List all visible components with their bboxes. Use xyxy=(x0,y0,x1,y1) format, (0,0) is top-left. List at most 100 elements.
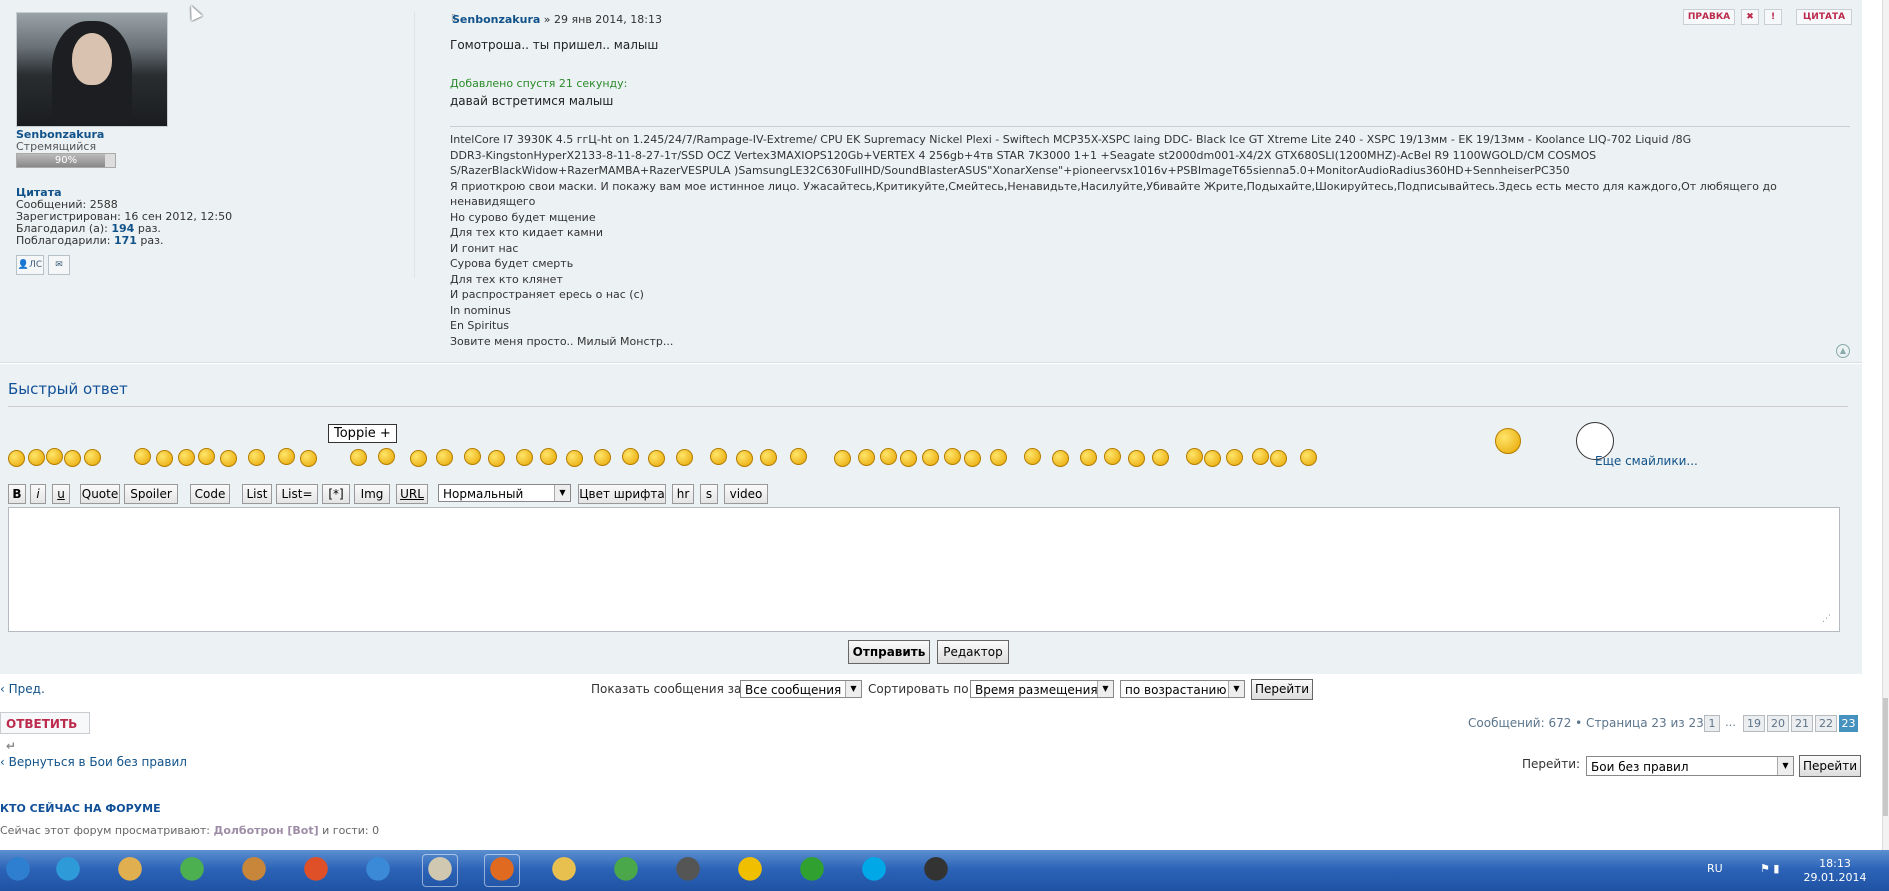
more-smilies-link[interactable]: Еще смайлики... xyxy=(1595,454,1698,468)
pm-button[interactable]: 👤ЛС xyxy=(16,255,44,275)
smiley-icon[interactable] xyxy=(8,450,25,467)
bbcode-button[interactable]: [*] xyxy=(322,484,350,504)
taskbar-skype-icon[interactable] xyxy=(856,854,892,887)
smiley-icon[interactable] xyxy=(880,448,897,465)
taskbar-monitor-icon[interactable] xyxy=(670,854,706,887)
smiley-icon[interactable] xyxy=(1252,448,1269,465)
smiley-icon[interactable] xyxy=(464,448,481,465)
taskbar-ie-icon[interactable] xyxy=(50,854,86,887)
smiley-icon[interactable] xyxy=(248,449,265,466)
quote-button[interactable]: ЦИТАТА xyxy=(1796,9,1852,25)
bbcode-button[interactable]: Цвет шрифта xyxy=(578,484,666,504)
bbcode-button[interactable]: List xyxy=(242,484,272,504)
smiley-icon[interactable] xyxy=(1024,448,1041,465)
smiley-icon[interactable] xyxy=(84,449,101,466)
bbcode-button[interactable]: video xyxy=(724,484,768,504)
page-link[interactable]: 1 xyxy=(1704,715,1720,732)
edit-button[interactable]: ПРАВКА xyxy=(1683,9,1735,25)
reply-button[interactable]: ОТВЕТИТЬ ↵ xyxy=(0,712,90,753)
page-link[interactable]: 20 xyxy=(1767,715,1789,732)
sort-by-select[interactable]: Время размещения ▼ xyxy=(970,680,1114,698)
submit-button[interactable]: Отправить xyxy=(848,640,930,664)
taskbar-atom-icon[interactable] xyxy=(298,854,334,887)
bbcode-button[interactable]: u xyxy=(52,484,70,504)
smiley-icon[interactable] xyxy=(566,450,583,467)
smiley-icon[interactable] xyxy=(1152,449,1169,466)
smiley-icon[interactable] xyxy=(1080,449,1097,466)
email-button[interactable]: ✉ xyxy=(48,255,70,275)
thanked-received-value[interactable]: 171 xyxy=(114,234,137,247)
smiley-icon[interactable] xyxy=(488,450,505,467)
smiley-icon[interactable] xyxy=(944,448,961,465)
smiley-icon[interactable] xyxy=(1052,450,1069,467)
bbcode-button[interactable]: B xyxy=(8,484,26,504)
bbcode-button[interactable]: Spoiler xyxy=(124,484,178,504)
smiley-icon[interactable] xyxy=(1186,448,1203,465)
page-link[interactable]: 22 xyxy=(1815,715,1837,732)
smiley-icon[interactable] xyxy=(436,449,453,466)
taskbar-tools-icon[interactable] xyxy=(236,854,272,887)
smiley-icon[interactable] xyxy=(1270,450,1287,467)
taskbar-firefox-icon[interactable] xyxy=(484,854,520,887)
page-link[interactable]: 19 xyxy=(1743,715,1765,732)
back-to-top-icon[interactable]: ▲ xyxy=(1836,344,1850,358)
taskbar-mail-agent-icon[interactable] xyxy=(794,854,830,887)
smiley-icon[interactable] xyxy=(760,449,777,466)
smiley-icon[interactable] xyxy=(516,449,533,466)
smiley-icon[interactable] xyxy=(858,449,875,466)
taskbar-bird-icon[interactable] xyxy=(360,854,396,887)
smiley-icon[interactable] xyxy=(710,448,727,465)
smiley-icon[interactable] xyxy=(1226,449,1243,466)
page-link[interactable]: 21 xyxy=(1791,715,1813,732)
taskbar-game-icon[interactable] xyxy=(174,854,210,887)
taskbar-folder-icon[interactable] xyxy=(546,854,582,887)
delete-button[interactable]: ✖ xyxy=(1741,9,1759,25)
bbcode-button[interactable]: URL xyxy=(396,484,428,504)
smiley-icon[interactable] xyxy=(622,448,639,465)
tray-icons[interactable]: ⚑ ▮ xyxy=(1760,862,1779,875)
report-button[interactable]: ! xyxy=(1764,9,1782,25)
page-link[interactable]: 23 xyxy=(1839,715,1858,732)
taskbar-chrome-icon[interactable] xyxy=(608,854,644,887)
editor-button[interactable]: Редактор xyxy=(937,640,1009,664)
smiley-icon[interactable] xyxy=(220,450,237,467)
smiley-icon[interactable] xyxy=(964,450,981,467)
message-textarea[interactable] xyxy=(8,507,1840,632)
font-size-select[interactable]: Нормальный ▼ xyxy=(438,484,571,502)
user-avatar[interactable] xyxy=(16,12,168,127)
back-to-forum-link[interactable]: ‹ Вернуться в Бои без правил xyxy=(0,755,187,769)
smiley-icon[interactable] xyxy=(46,448,63,465)
smiley-icon[interactable] xyxy=(64,450,81,467)
smiley-icon[interactable] xyxy=(134,448,151,465)
bbcode-button[interactable]: Code xyxy=(190,484,230,504)
smiley-icon[interactable] xyxy=(648,450,665,467)
bbcode-button[interactable]: s xyxy=(700,484,718,504)
smiley-icon[interactable] xyxy=(990,449,1007,466)
taskbar-norton-icon[interactable] xyxy=(732,854,768,887)
smiley-icon[interactable] xyxy=(1300,449,1317,466)
smiley-icon[interactable] xyxy=(736,450,753,467)
smiley-icon[interactable] xyxy=(676,449,693,466)
sort-order-select[interactable]: по возрастанию ▼ xyxy=(1120,680,1245,698)
smiley-icon[interactable] xyxy=(540,448,557,465)
bbcode-button[interactable]: Quote xyxy=(80,484,120,504)
smiley-icon[interactable] xyxy=(198,448,215,465)
smiley-icon[interactable] xyxy=(410,450,427,467)
taskbar-media-icon[interactable] xyxy=(112,854,148,887)
taskbar-start-icon[interactable] xyxy=(0,854,36,887)
bbcode-button[interactable]: hr xyxy=(672,484,694,504)
troll-face-icon[interactable] xyxy=(1495,428,1521,454)
sort-go-button[interactable]: Перейти xyxy=(1251,679,1313,700)
smiley-icon[interactable] xyxy=(790,448,807,465)
smiley-icon[interactable] xyxy=(278,448,295,465)
bbcode-button[interactable]: Img xyxy=(354,484,390,504)
jump-go-button[interactable]: Перейти xyxy=(1799,755,1861,777)
bbcode-button[interactable]: i xyxy=(30,484,46,504)
smiley-icon[interactable] xyxy=(178,449,195,466)
smiley-icon[interactable] xyxy=(350,449,367,466)
smiley-icon[interactable] xyxy=(922,449,939,466)
taskbar-clock[interactable]: 18:13 29.01.2014 xyxy=(1800,857,1870,885)
smiley-icon[interactable] xyxy=(378,448,395,465)
jump-to-select[interactable]: Бои без правил ▼ xyxy=(1586,756,1794,776)
post-author[interactable]: Senbonzakura xyxy=(452,13,540,26)
